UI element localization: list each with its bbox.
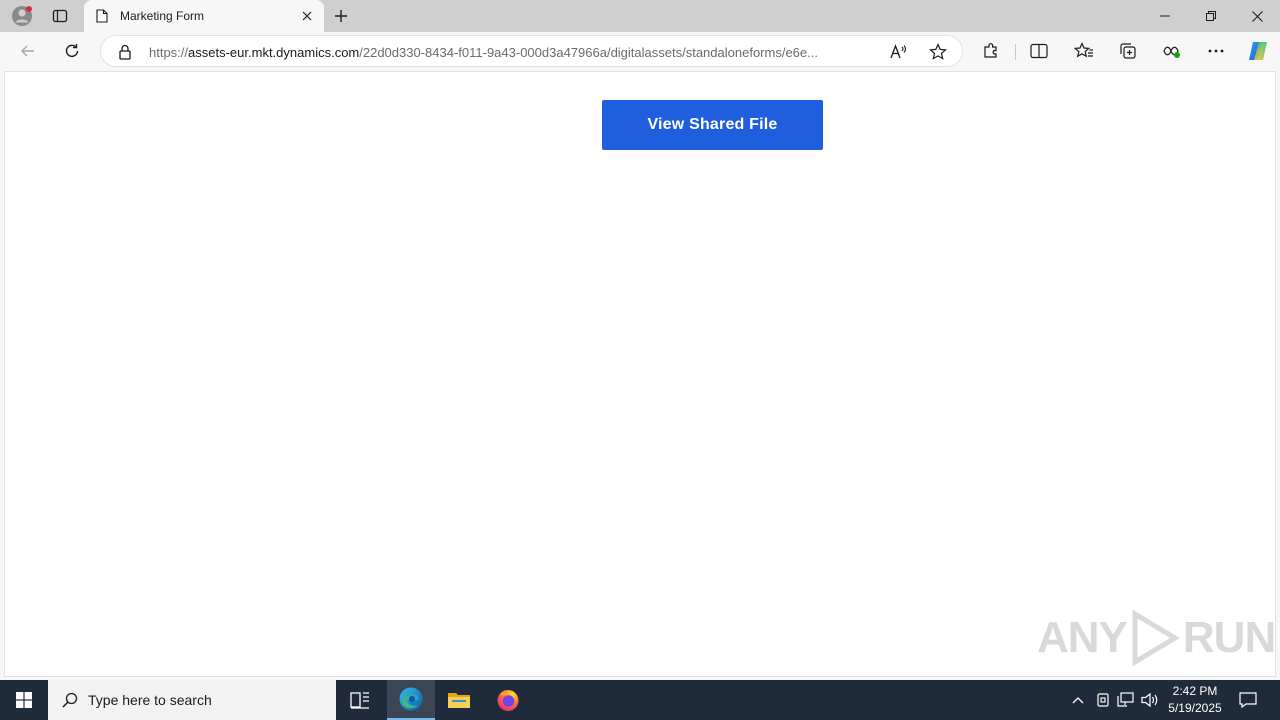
- tab-actions-icon: [52, 9, 68, 23]
- lock-icon[interactable]: [113, 40, 137, 64]
- plus-icon: [335, 10, 347, 22]
- close-icon: [1251, 10, 1263, 22]
- favorite-star-icon[interactable]: [926, 40, 950, 64]
- page-content: View Shared File ANY RUN: [4, 71, 1276, 677]
- toolbar-divider: [1015, 44, 1016, 60]
- back-arrow-icon: [21, 45, 34, 57]
- start-button[interactable]: [0, 680, 48, 720]
- firefox-icon: [497, 690, 519, 711]
- restore-button[interactable]: [1188, 0, 1234, 32]
- taskbar-search-box[interactable]: Type here to search: [48, 680, 336, 720]
- network-icon[interactable]: [1116, 690, 1136, 710]
- taskbar-file-explorer[interactable]: [435, 680, 483, 720]
- system-clock[interactable]: 2:42 PM 5/19/2025: [1160, 683, 1230, 717]
- tab-close-button[interactable]: [298, 7, 316, 25]
- address-bar[interactable]: https://assets-eur.mkt.dynamics.com/22d0…: [100, 35, 963, 67]
- close-icon: [302, 11, 312, 21]
- profile-button[interactable]: [8, 0, 36, 32]
- refresh-button[interactable]: [56, 35, 88, 67]
- browser-window: Marketing Form https://assets-eur.mkt.dy…: [0, 0, 1280, 680]
- search-icon: [62, 692, 78, 708]
- restore-icon: [1206, 11, 1216, 21]
- extensions-icon[interactable]: [979, 39, 1003, 63]
- tab-title: Marketing Form: [120, 9, 205, 23]
- browser-toolbar: https://assets-eur.mkt.dynamics.com/22d0…: [0, 32, 1280, 70]
- copilot-icon[interactable]: [1245, 38, 1271, 64]
- favorites-icon[interactable]: [1072, 39, 1096, 63]
- watermark-text-right: RUN: [1182, 613, 1276, 662]
- minimize-button[interactable]: [1142, 0, 1188, 32]
- notification-center-button[interactable]: [1234, 680, 1262, 720]
- clock-date: 5/19/2025: [1168, 701, 1222, 715]
- page-icon: [96, 9, 108, 23]
- taskbar-firefox[interactable]: [484, 680, 532, 720]
- clock-time: 2:42 PM: [1172, 684, 1218, 698]
- windows-logo-icon: [16, 692, 32, 708]
- task-view-icon: [350, 692, 369, 709]
- tab-actions-button[interactable]: [48, 0, 72, 32]
- profile-icon: [12, 6, 32, 26]
- read-aloud-icon[interactable]: [887, 40, 911, 64]
- url-text[interactable]: https://assets-eur.mkt.dynamics.com/22d0…: [149, 45, 879, 60]
- task-view-button[interactable]: [336, 680, 384, 720]
- edge-icon: [399, 687, 423, 711]
- taskbar: Type here to search 2:42 PM 5/19/2025: [0, 680, 1280, 720]
- tab-strip: Marketing Form: [0, 0, 1280, 32]
- notification-icon: [1239, 692, 1257, 708]
- taskbar-edge[interactable]: [387, 680, 435, 720]
- new-tab-button[interactable]: [330, 0, 352, 32]
- refresh-icon: [65, 44, 79, 57]
- split-screen-icon[interactable]: [1027, 39, 1051, 63]
- back-button[interactable]: [12, 35, 44, 67]
- url-path: /22d0d330-8434-f011-9a43-000d3a47966a/di…: [359, 45, 818, 60]
- folder-icon: [448, 693, 470, 708]
- search-placeholder: Type here to search: [88, 692, 212, 708]
- show-hidden-icons-button[interactable]: [1068, 690, 1088, 710]
- watermark-text-left: ANY: [1037, 613, 1128, 662]
- volume-icon[interactable]: [1140, 690, 1160, 710]
- play-triangle-icon: [1132, 610, 1180, 666]
- tab-marketing-form[interactable]: Marketing Form: [84, 0, 324, 32]
- more-options-icon[interactable]: [1204, 39, 1228, 63]
- collections-icon[interactable]: [1116, 39, 1140, 63]
- browser-essentials-icon[interactable]: [1160, 39, 1184, 63]
- tray-device-icon[interactable]: [1093, 690, 1113, 710]
- url-prefix: https://: [149, 45, 189, 60]
- anyrun-watermark: ANY RUN: [1037, 610, 1276, 666]
- view-shared-file-button[interactable]: View Shared File: [602, 100, 823, 150]
- minimize-icon: [1160, 15, 1170, 17]
- close-window-button[interactable]: [1234, 0, 1280, 32]
- chevron-up-icon: [1072, 697, 1084, 704]
- url-host: assets-eur.mkt.dynamics.com: [188, 45, 360, 60]
